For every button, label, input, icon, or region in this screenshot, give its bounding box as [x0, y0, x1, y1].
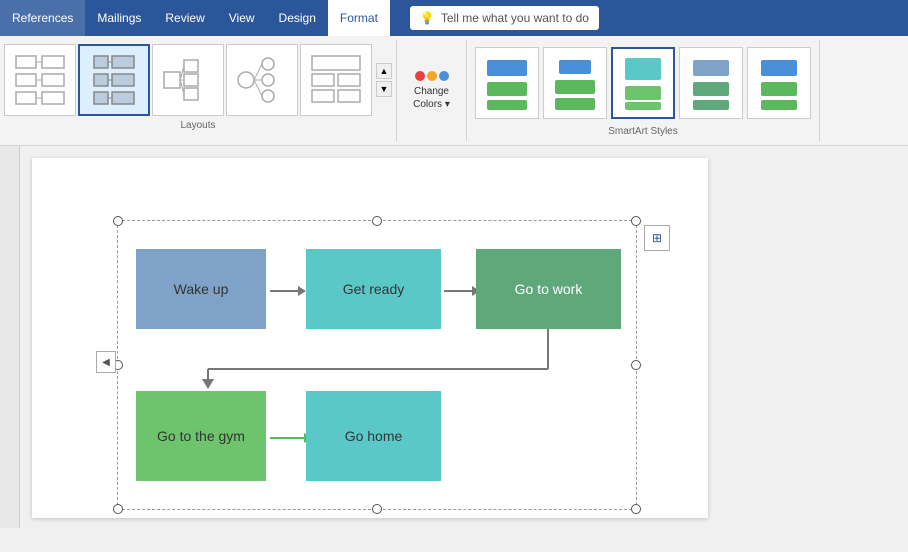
menu-review[interactable]: Review: [153, 0, 216, 36]
change-colors-button[interactable]: ChangeColors ▾: [397, 40, 467, 141]
layout-thumb-4[interactable]: [226, 44, 298, 116]
color-dots: [415, 71, 449, 81]
change-colors-label: ChangeColors ▾: [413, 85, 450, 111]
scroll-up-btn[interactable]: ▲: [376, 63, 392, 79]
arrow-2: [444, 286, 480, 296]
orange-dot: [427, 71, 437, 81]
layout-thumb-5[interactable]: [300, 44, 372, 116]
style-thumb-5[interactable]: [747, 47, 811, 119]
menu-mailings[interactable]: Mailings: [85, 0, 153, 36]
smartart-styles-section: SmartArt Styles: [467, 40, 820, 141]
get-ready-box[interactable]: Get ready: [306, 249, 441, 329]
smartart-styles-label: SmartArt Styles: [475, 126, 811, 137]
menu-references[interactable]: References: [0, 0, 85, 36]
style-thumb-4[interactable]: [679, 47, 743, 119]
arrow-1-line: [270, 290, 298, 292]
menu-view[interactable]: View: [217, 0, 267, 36]
style-icon-3: [617, 52, 669, 114]
layout-icon-1: [12, 52, 68, 108]
layout-scroll: ▲ ▼: [376, 63, 392, 97]
go-to-gym-box[interactable]: Go to the gym: [136, 391, 266, 481]
smartart-container[interactable]: ◀ Wake up Get ready: [117, 220, 637, 510]
menu-bar: References Mailings Review View Design F…: [0, 0, 908, 36]
canvas-area: ◀ Wake up Get ready: [0, 146, 908, 528]
style-thumb-1[interactable]: [475, 47, 539, 119]
go-to-work-box[interactable]: Go to work: [476, 249, 621, 329]
ribbon: ▲ ▼ Layouts ChangeColors ▾: [0, 36, 908, 146]
go-home-box[interactable]: Go home: [306, 391, 441, 481]
style-icon-4: [685, 52, 737, 114]
style-thumb-3[interactable]: [611, 47, 675, 119]
layout-icon-4: [234, 52, 290, 108]
lightbulb-icon: 💡: [420, 11, 435, 25]
canvas-background: ◀ Wake up Get ready: [20, 146, 908, 528]
arrow-2-line: [444, 290, 472, 292]
smartart-styles-row: [475, 44, 811, 122]
menu-format[interactable]: Format: [328, 0, 390, 36]
blue-dot: [439, 71, 449, 81]
layout-icon-2: [86, 52, 142, 108]
red-dot: [415, 71, 425, 81]
arrow-3-line: [270, 437, 304, 439]
layouts-section: ▲ ▼ Layouts: [0, 40, 397, 141]
layout-thumb-2[interactable]: [78, 44, 150, 116]
diagram-content: Wake up Get ready: [118, 221, 636, 509]
smartart-icon-btn[interactable]: ⊞: [644, 225, 670, 251]
tell-me-bar[interactable]: 💡 Tell me what you want to do: [410, 6, 599, 30]
style-icon-1: [481, 52, 533, 114]
scroll-down-btn[interactable]: ▼: [376, 81, 392, 97]
style-thumb-2[interactable]: [543, 47, 607, 119]
style-icon-5: [753, 52, 805, 114]
arrow-1: [270, 286, 306, 296]
style-icon-2: [549, 52, 601, 114]
layout-icon-5: [308, 52, 364, 108]
layout-icon-3: [160, 52, 216, 108]
layout-thumb-1[interactable]: [4, 44, 76, 116]
arrow-1-head: [298, 286, 306, 296]
ruler-left: [0, 146, 20, 528]
layouts-grid: ▲ ▼: [4, 44, 392, 116]
layout-thumb-3[interactable]: [152, 44, 224, 116]
document-page: ◀ Wake up Get ready: [32, 158, 708, 518]
layout-helper-btn[interactable]: ◀: [96, 351, 116, 373]
menu-design[interactable]: Design: [267, 0, 328, 36]
layouts-label: Layouts: [4, 120, 392, 131]
wake-up-box[interactable]: Wake up: [136, 249, 266, 329]
